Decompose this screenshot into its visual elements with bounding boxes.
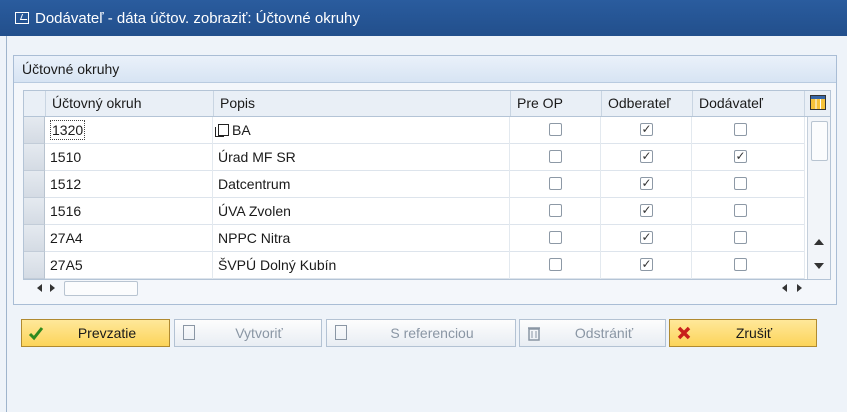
pre-op-checkbox[interactable] (549, 123, 562, 136)
company-codes-group: Účtovné okruhy Účtovný okruh Popis Pre O… (13, 55, 837, 305)
pre-op-checkbox[interactable] (549, 150, 562, 163)
pre-op-checkbox[interactable] (549, 177, 562, 190)
group-title: Účtovné okruhy (14, 56, 836, 83)
table-row[interactable]: 1320 BA ✓ (45, 117, 805, 144)
cell-odberatel: ✓ (601, 144, 692, 171)
cell-desc[interactable]: Úrad MF SR (213, 144, 510, 171)
s-referenciou-button[interactable]: S referenciou (326, 319, 516, 347)
odberatel-checkbox[interactable]: ✓ (640, 204, 653, 217)
row-selector[interactable] (24, 171, 45, 198)
table-row[interactable]: 1512 Datcentrum ✓ (45, 171, 805, 198)
table-row[interactable]: 27A5 ŠVPÚ Dolný Kubín ✓ (45, 252, 805, 279)
odberatel-checkbox[interactable]: ✓ (640, 150, 653, 163)
row-selector[interactable] (24, 198, 45, 225)
cell-desc[interactable]: BA (213, 117, 510, 144)
vertical-scroll-thumb[interactable] (811, 121, 828, 161)
dodavatel-checkbox[interactable] (734, 177, 747, 190)
header-dodavatel[interactable]: Dodávateľ (693, 91, 805, 116)
window-titlebar: Dodávateľ - dáta účtov. zobraziť: Účtovn… (0, 0, 847, 36)
dodavatel-checkbox[interactable] (734, 231, 747, 244)
scroll-left-icon[interactable] (37, 284, 42, 292)
pre-op-checkbox[interactable] (549, 231, 562, 244)
cell-pre-op (510, 252, 601, 279)
cell-desc[interactable]: NPPC Nitra (213, 225, 510, 252)
cell-odberatel: ✓ (601, 117, 692, 144)
odberatel-checkbox[interactable]: ✓ (640, 123, 653, 136)
copy-icon (215, 124, 229, 137)
table-row[interactable]: 1510 Úrad MF SR ✓ ✓ (45, 144, 805, 171)
row-selector[interactable] (24, 225, 45, 252)
cell-odberatel: ✓ (601, 198, 692, 225)
odberatel-checkbox[interactable]: ✓ (640, 177, 653, 190)
odstranit-button[interactable]: Odstrániť (519, 319, 666, 347)
cell-pre-op (510, 117, 601, 144)
cell-desc[interactable]: ŠVPÚ Dolný Kubín (213, 252, 510, 279)
row-selector[interactable] (24, 117, 45, 144)
row-selector[interactable] (24, 252, 45, 279)
cell-code[interactable]: 1510 (45, 144, 213, 171)
scroll-right-icon[interactable] (797, 284, 802, 292)
blank-document-icon (183, 325, 195, 340)
header-ucetny-okruh[interactable]: Účtovný okruh (46, 91, 214, 116)
odberatel-checkbox[interactable]: ✓ (640, 258, 653, 271)
header-row-selector[interactable] (24, 91, 46, 116)
cell-odberatel: ✓ (601, 171, 692, 198)
pre-op-checkbox[interactable] (549, 258, 562, 271)
column-layout-icon[interactable] (810, 95, 826, 110)
table-header: Účtovný okruh Popis Pre OP Odberateľ Dod… (24, 91, 830, 117)
document-icon (335, 325, 347, 340)
table-row[interactable]: 27A4 NPPC Nitra ✓ (45, 225, 805, 252)
vytvorit-button[interactable]: Vytvoriť (174, 319, 322, 347)
company-codes-table: Účtovný okruh Popis Pre OP Odberateľ Dod… (23, 90, 831, 280)
cell-dodavatel (692, 171, 805, 198)
prevzatie-button[interactable]: Prevzatie (21, 319, 170, 347)
cell-dodavatel (692, 225, 805, 252)
scroll-up-icon[interactable] (814, 239, 824, 245)
cell-code[interactable]: 27A5 (45, 252, 213, 279)
cell-dodavatel (692, 252, 805, 279)
dodavatel-checkbox[interactable] (734, 258, 747, 271)
cell-pre-op (510, 198, 601, 225)
cell-pre-op (510, 225, 601, 252)
cell-odberatel: ✓ (601, 225, 692, 252)
scroll-left-icon[interactable] (782, 284, 787, 292)
cell-odberatel: ✓ (601, 252, 692, 279)
left-border-line (6, 36, 7, 412)
cell-desc[interactable]: Datcentrum (213, 171, 510, 198)
cell-dodavatel (692, 117, 805, 144)
odberatel-checkbox[interactable]: ✓ (640, 231, 653, 244)
cell-code[interactable]: 27A4 (45, 225, 213, 252)
header-popis[interactable]: Popis (214, 91, 511, 116)
green-check-icon (28, 327, 44, 341)
cell-desc[interactable]: ÚVA Zvolen (213, 198, 510, 225)
header-pre-op[interactable]: Pre OP (511, 91, 602, 116)
table-row[interactable]: 1516 ÚVA Zvolen ✓ (45, 198, 805, 225)
scroll-down-icon[interactable] (814, 263, 824, 269)
dodavatel-checkbox[interactable] (734, 123, 747, 136)
dodavatel-checkbox[interactable] (734, 204, 747, 217)
vertical-scrollbar[interactable] (807, 117, 830, 279)
horizontal-scroll-thumb[interactable] (64, 281, 138, 296)
dodavatel-checkbox[interactable]: ✓ (734, 150, 747, 163)
cell-code[interactable]: 1516 (45, 198, 213, 225)
window-title: Dodávateľ - dáta účtov. zobraziť: Účtovn… (35, 9, 360, 27)
red-x-icon (677, 326, 691, 340)
cell-dodavatel (692, 198, 805, 225)
horizontal-scrollbar[interactable] (23, 279, 829, 297)
cell-code[interactable]: 1320 (45, 117, 213, 144)
header-odberatel[interactable]: Odberateľ (602, 91, 693, 116)
scroll-right-icon[interactable] (50, 284, 55, 292)
cell-pre-op (510, 144, 601, 171)
cell-code[interactable]: 1512 (45, 171, 213, 198)
window-icon (15, 12, 29, 24)
row-selector[interactable] (24, 144, 45, 171)
pre-op-checkbox[interactable] (549, 204, 562, 217)
trash-icon (528, 327, 540, 341)
zrusit-button[interactable]: Zrušiť (669, 319, 817, 347)
cell-dodavatel: ✓ (692, 144, 805, 171)
cell-pre-op (510, 171, 601, 198)
